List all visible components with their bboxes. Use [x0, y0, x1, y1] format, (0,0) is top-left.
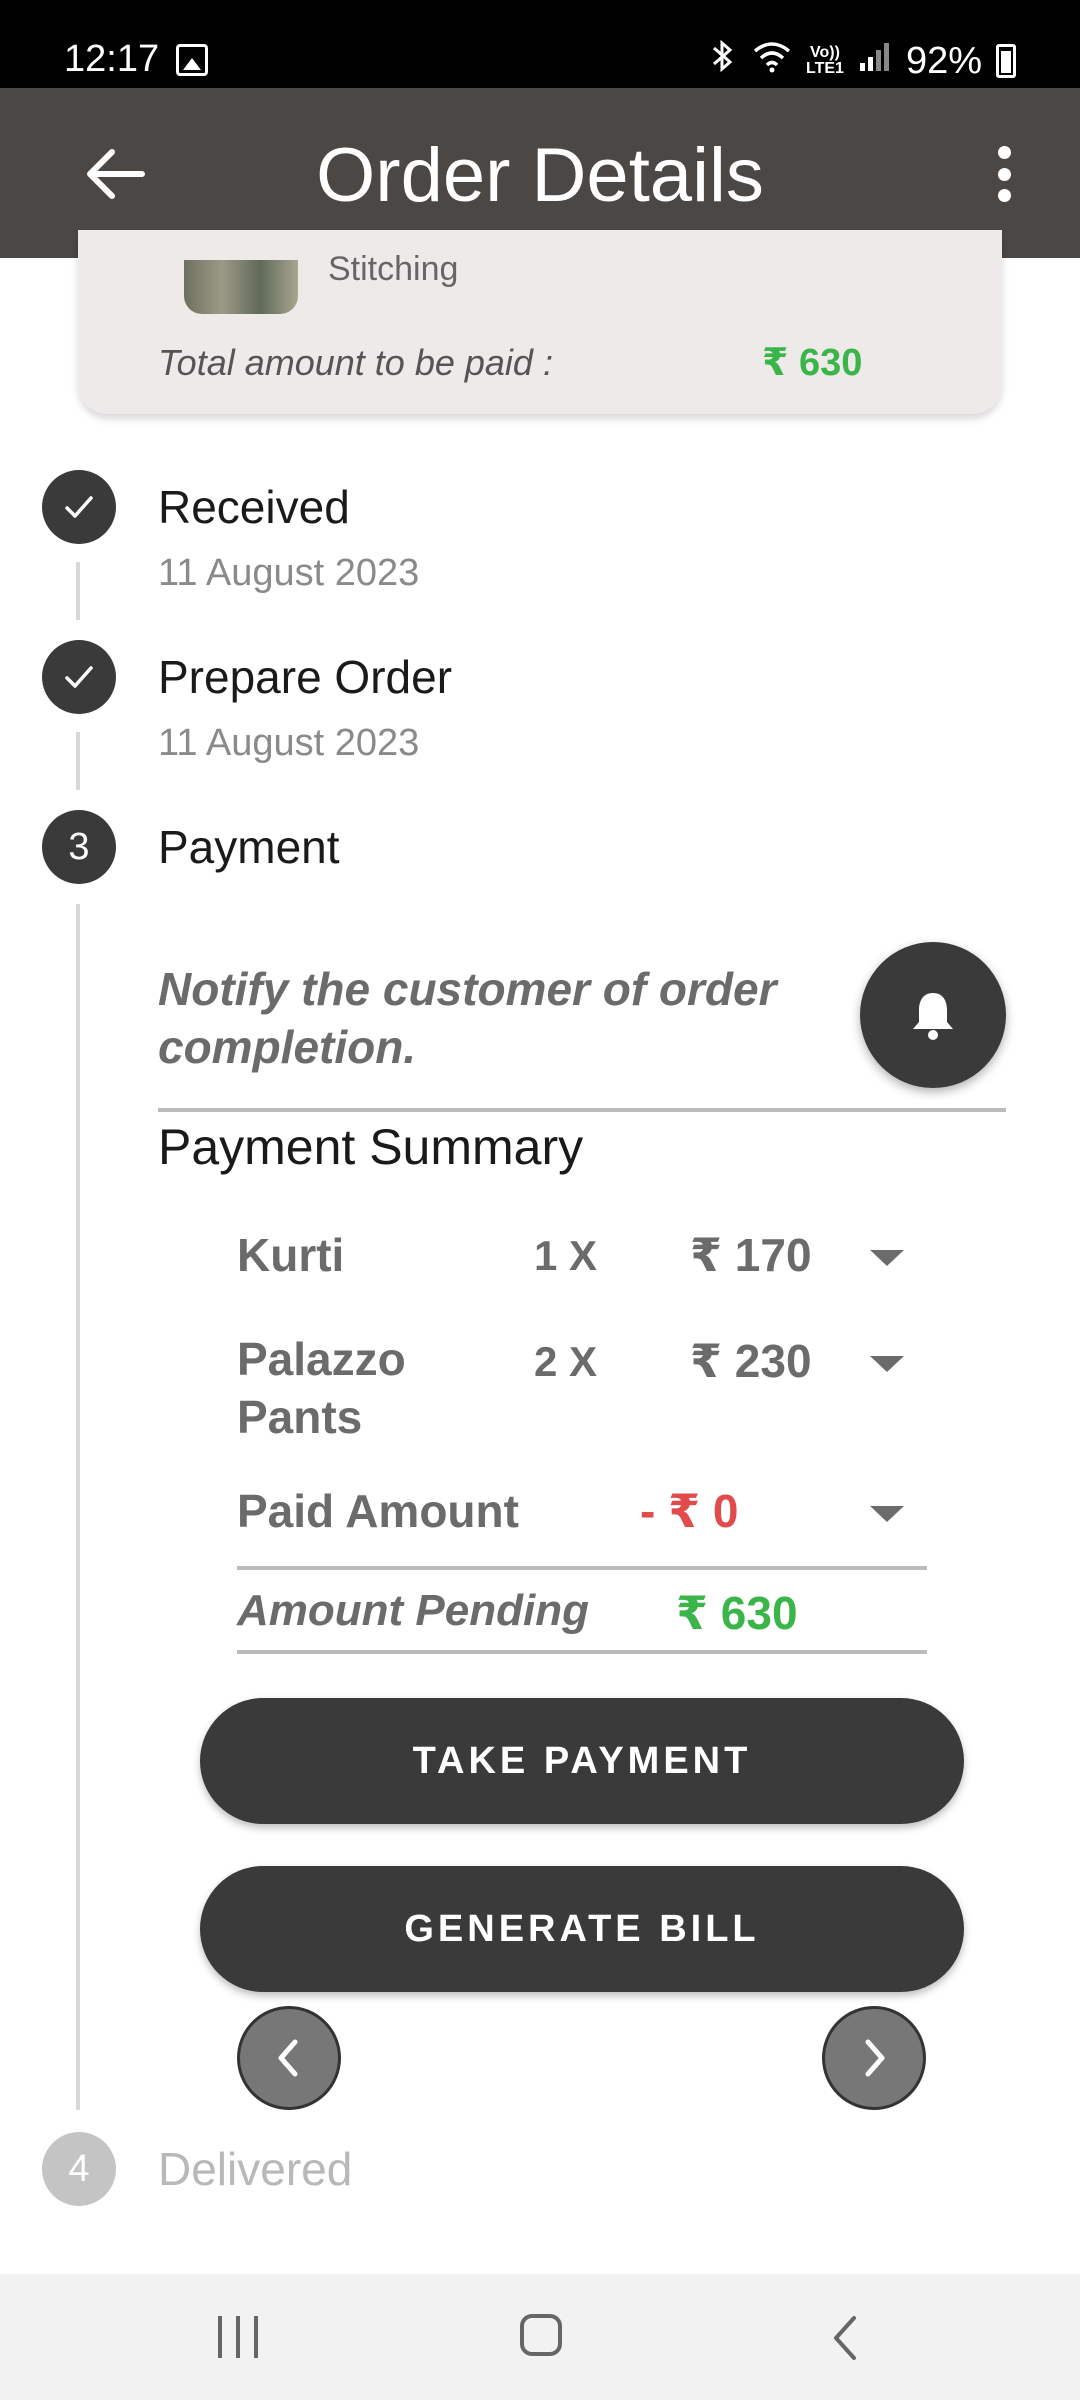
expand-caret-icon[interactable] [870, 1506, 904, 1522]
wifi-icon [752, 39, 792, 83]
item-price: ₹ 170 [690, 1229, 812, 1281]
next-step-button[interactable] [822, 2006, 926, 2110]
chevron-right-icon [865, 2039, 885, 2077]
take-payment-button[interactable]: TAKE PAYMENT [200, 1698, 964, 1824]
step-number-delivered: 4 [42, 2132, 116, 2206]
step-title-payment: Payment [158, 821, 340, 873]
recents-icon[interactable] [218, 2316, 258, 2358]
total-amount-value: ₹ 630 [762, 342, 863, 384]
step-prepare-check-icon [42, 640, 116, 714]
step-title-delivered: Delivered [158, 2143, 353, 2195]
step-number-payment: 3 [42, 810, 116, 884]
product-thumbnail [184, 260, 298, 314]
previous-step-button[interactable] [237, 2006, 341, 2110]
total-amount-label: Total amount to be paid : [158, 342, 553, 383]
step-title-received: Received [158, 481, 350, 533]
volte-indicator: Vo)) LTE1 [806, 44, 844, 77]
status-icons: Vo)) LTE1 92% [708, 38, 1016, 84]
amount-pending-value: ₹ 630 [676, 1587, 798, 1639]
paid-amount-label: Paid Amount [237, 1485, 519, 1537]
bluetooth-icon [708, 38, 738, 84]
item-name: Palazzo Pants [237, 1333, 406, 1443]
signal-icon [858, 39, 892, 83]
expand-caret-icon[interactable] [870, 1250, 904, 1266]
notify-customer-text: Notify the customer of order completion. [158, 963, 777, 1073]
status-bar: 12:17 Vo)) LTE1 92% [0, 0, 1080, 88]
item-name: Kurti [237, 1229, 345, 1281]
step-received-check-icon [42, 470, 116, 544]
step-title-prepare-order: Prepare Order [158, 651, 453, 703]
step-date-prepare-order: 11 August 2023 [158, 722, 420, 764]
paid-amount-value: - ₹ 0 [640, 1485, 739, 1537]
step-connector [76, 904, 80, 2110]
more-vert-icon[interactable] [994, 146, 1014, 202]
step-connector [76, 562, 80, 620]
expand-caret-icon[interactable] [870, 1356, 904, 1372]
item-qty: 1 X [534, 1232, 598, 1279]
step-date-received: 11 August 2023 [158, 552, 420, 594]
notify-bell-button[interactable] [860, 942, 1006, 1088]
step-connector [76, 732, 80, 790]
system-back-icon[interactable] [824, 2314, 868, 2362]
system-nav-bar [0, 2274, 1080, 2400]
payment-summary-title: Payment Summary [158, 1119, 584, 1175]
page-title: Order Details [316, 133, 764, 218]
summary-divider [237, 1650, 927, 1654]
summary-divider [237, 1566, 927, 1570]
generate-bill-button[interactable]: GENERATE BILL [200, 1866, 964, 1992]
amount-pending-label: Amount Pending [237, 1586, 589, 1635]
order-summary-card: Stitching Total amount to be paid : ₹ 63… [78, 230, 1002, 414]
item-price: ₹ 230 [690, 1335, 812, 1387]
service-label: Stitching [328, 250, 459, 288]
home-icon[interactable] [520, 2314, 562, 2356]
battery-percent: 92% [905, 39, 982, 82]
battery-icon [996, 44, 1016, 78]
gallery-notification-icon [176, 44, 208, 76]
section-divider [158, 1108, 1006, 1112]
bell-icon [913, 993, 953, 1040]
chevron-left-icon [278, 2039, 298, 2077]
status-time: 12:17 [64, 38, 160, 80]
item-qty: 2 X [534, 1338, 598, 1385]
